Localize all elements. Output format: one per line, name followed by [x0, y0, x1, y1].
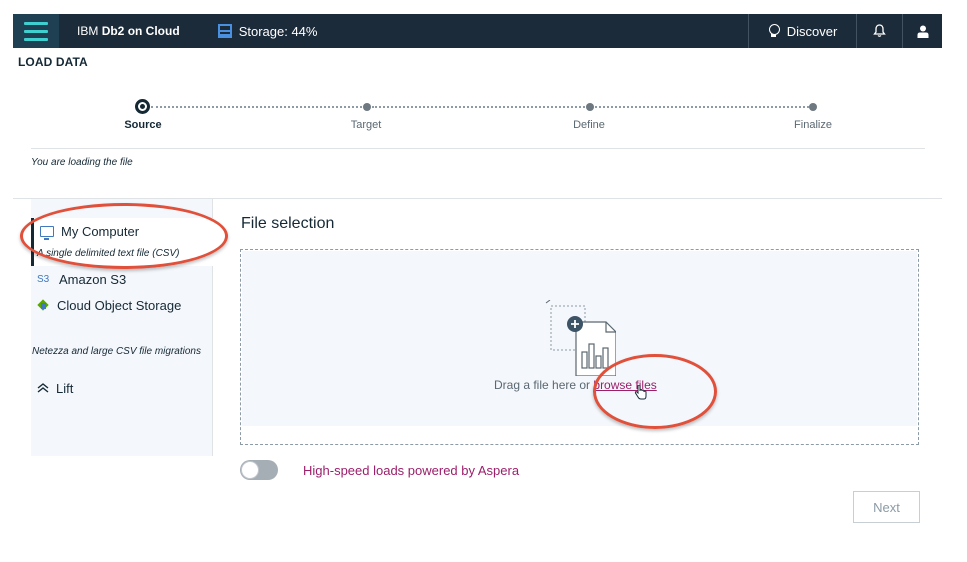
aspera-toggle[interactable] [240, 460, 278, 480]
drag-text: Drag a file here or [494, 378, 594, 392]
step-source-label: Source [124, 119, 162, 131]
loading-note: You are loading the file [31, 157, 133, 168]
hamburger-menu-icon[interactable] [13, 14, 59, 48]
s3-icon: S3 [37, 274, 50, 285]
step-target-indicator [363, 103, 371, 111]
step-source-indicator [135, 99, 150, 114]
header-actions: Discover [748, 14, 942, 48]
step-connector [151, 106, 362, 108]
cube-icon [37, 299, 50, 312]
step-target-label: Target [350, 119, 382, 131]
step-define-label: Define [573, 119, 605, 131]
user-icon [917, 25, 928, 38]
source-my-computer-label: My Computer [61, 224, 140, 239]
source-panel: My Computer A single delimited text file… [31, 199, 213, 456]
step-define-indicator [586, 103, 594, 111]
monitor-icon [40, 226, 54, 240]
source-cloud-object-storage-label: Cloud Object Storage [57, 298, 182, 313]
chevron-up-icon [37, 382, 49, 396]
source-amazon-s3[interactable]: S3 Amazon S3 [37, 272, 126, 287]
storage-icon [217, 24, 232, 38]
file-drop-zone[interactable]: Drag a file here or browse files [240, 249, 919, 445]
product-brand[interactable]: IBM Db2 on Cloud [77, 24, 180, 38]
step-finalize-indicator [809, 103, 817, 111]
source-cloud-object-storage[interactable]: Cloud Object Storage [37, 298, 181, 313]
bell-icon [873, 24, 886, 37]
user-profile-button[interactable] [902, 14, 942, 48]
discover-label: Discover [786, 23, 838, 39]
drop-instructions: Drag a file here or browse files [494, 378, 657, 392]
file-selection-title: File selection [241, 215, 335, 232]
aspera-label[interactable]: High-speed loads powered by Aspera [303, 463, 519, 478]
lightbulb-icon [768, 24, 780, 38]
brand-prefix: IBM [77, 24, 99, 38]
source-amazon-s3-label: Amazon S3 [59, 272, 127, 287]
discover-button[interactable]: Discover [748, 14, 856, 48]
hand-cursor-icon [634, 384, 647, 403]
source-my-computer-row: My Computer [40, 224, 140, 240]
source-lift-label: Lift [56, 381, 74, 396]
storage-indicator[interactable]: Storage: 44% [217, 23, 318, 39]
page-title: LOAD DATA [18, 55, 88, 69]
page: IBM Db2 on Cloud Storage: 44% Discover L… [0, 0, 967, 562]
step-connector [372, 106, 585, 108]
brand-name: Db2 on Cloud [101, 24, 180, 38]
step-finalize-label: Finalize [794, 119, 832, 131]
storage-label: Storage: 44% [238, 23, 318, 39]
source-my-computer[interactable]: My Computer A single delimited text file… [31, 218, 213, 266]
source-my-computer-subtitle: A single delimited text file (CSV) [37, 248, 180, 259]
divider [31, 148, 925, 149]
progress-stepper: Source Target Define Finalize [0, 95, 967, 135]
top-navigation-bar: IBM Db2 on Cloud Storage: 44% Discover [13, 14, 942, 48]
file-upload-illustration-icon [545, 300, 616, 376]
next-button[interactable]: Next [853, 491, 920, 523]
step-connector [595, 106, 809, 108]
browse-files-link[interactable]: browse files [593, 378, 656, 392]
notifications-button[interactable] [856, 14, 902, 48]
source-lift[interactable]: Lift [37, 381, 73, 396]
netezza-note: Netezza and large CSV file migrations [32, 346, 201, 357]
